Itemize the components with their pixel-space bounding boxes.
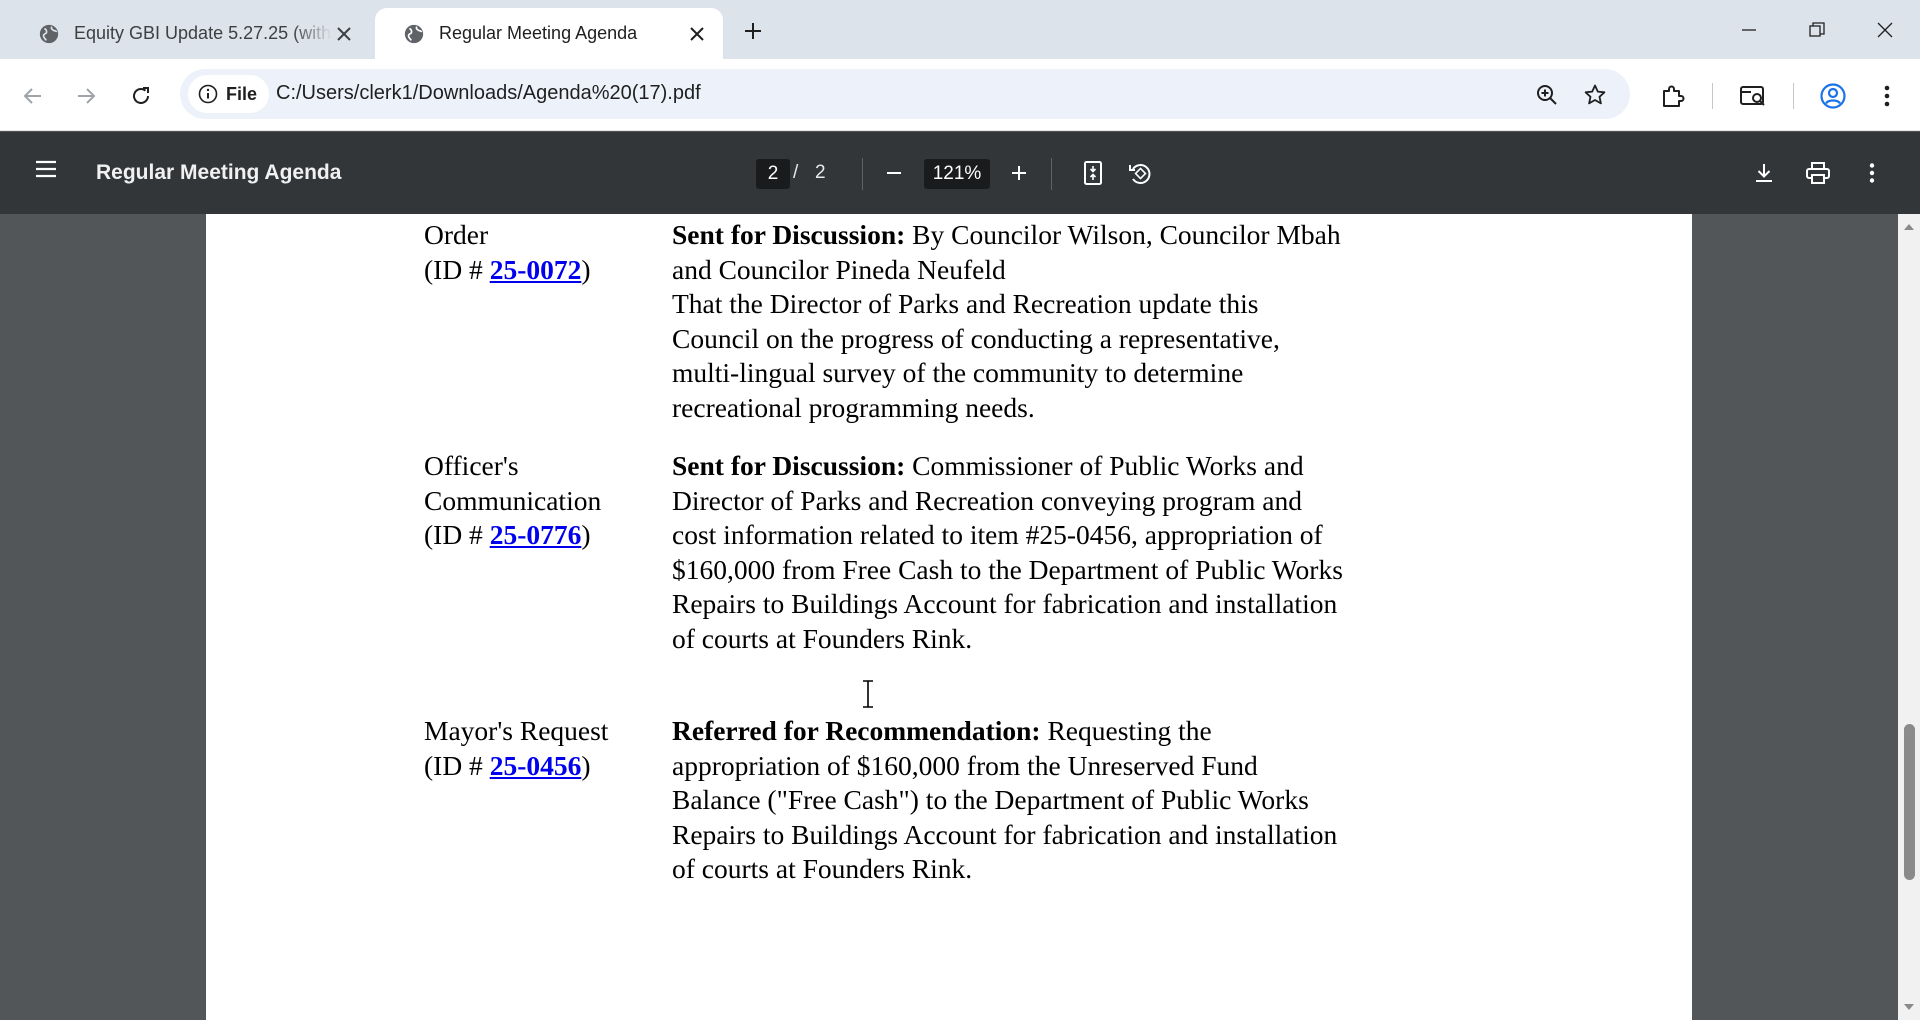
tab-search-icon	[1740, 86, 1765, 106]
more-vert-icon	[1884, 85, 1890, 107]
text-cursor-icon	[863, 680, 873, 708]
toolbar-divider	[1793, 83, 1794, 109]
zoom-level-input[interactable]: 121%	[924, 159, 990, 189]
globe-icon	[404, 24, 424, 43]
minimize-icon	[1742, 29, 1756, 31]
tab-title: Regular Meeting Agenda	[439, 23, 638, 43]
toolbar-divider	[1712, 83, 1713, 109]
item-id-line: (ID # 25-0072)	[424, 253, 591, 285]
agenda-item-type: Order (ID # 25-0072)	[424, 218, 664, 287]
restore-icon	[1809, 22, 1825, 37]
browser-toolbar: File C:/Users/clerk1/Downloads/Agenda%20…	[0, 59, 1920, 131]
item-type-label: Order	[424, 219, 489, 250]
tab-strip: Equity GBI Update 5.27.25 (with Regular …	[0, 0, 1920, 59]
site-info-label: File	[226, 83, 258, 104]
forward-button[interactable]	[71, 81, 101, 111]
item-status: Referred for Recommendation:	[672, 715, 1041, 746]
item-body-continued: That the Director of Parks and Recreatio…	[672, 288, 1280, 423]
pdf-page: Order (ID # 25-0072) Sent for Discussion…	[206, 214, 1692, 1020]
arrow-left-icon	[23, 88, 41, 104]
puzzle-icon	[1663, 85, 1685, 107]
item-id-line: (ID # 25-0776)	[424, 519, 591, 550]
rotate-counterclockwise-icon	[1129, 164, 1151, 184]
tab-equity-gbi-update[interactable]: Equity GBI Update 5.27.25 (with	[10, 8, 370, 59]
page-total: 2	[815, 162, 826, 183]
download-button[interactable]	[1748, 157, 1780, 189]
zoom-out-button[interactable]	[878, 157, 910, 189]
agenda-item-type: Officer's Communication (ID # 25-0776)	[424, 449, 664, 553]
more-vert-icon	[1869, 163, 1875, 183]
agenda-item-description: Referred for Recommendation: Requesting …	[672, 714, 1352, 887]
item-id-line: (ID # 25-0456)	[424, 749, 591, 781]
reload-button[interactable]	[126, 81, 156, 111]
zoom-in-icon	[1537, 85, 1557, 105]
new-tab-button[interactable]	[740, 18, 766, 44]
agenda-item-description: Sent for Discussion: By Councilor Wilson…	[672, 218, 1352, 425]
pdf-sidebar-toggle[interactable]	[34, 159, 58, 184]
star-icon	[1584, 84, 1606, 105]
hamburger-menu-icon	[36, 160, 56, 178]
fit-to-page-button[interactable]	[1077, 157, 1109, 189]
restore-button[interactable]	[1803, 16, 1831, 44]
zoom-indicator-button[interactable]	[1533, 81, 1561, 109]
page-separator: /	[793, 162, 799, 183]
item-id-link[interactable]: 25-0072	[490, 254, 582, 285]
site-info-chip[interactable]: File	[188, 75, 270, 113]
item-id-link[interactable]: 25-0776	[490, 519, 582, 550]
item-status: Sent for Discussion:	[672, 450, 906, 481]
toolbar-divider	[862, 158, 863, 190]
plus-icon	[745, 23, 761, 39]
agenda-item-type: Mayor's Request (ID # 25-0456)	[424, 714, 664, 783]
page-number-input[interactable]: 2	[756, 159, 790, 189]
close-tab-icon[interactable]	[332, 22, 356, 46]
globe-icon	[39, 24, 59, 43]
search-tabs-button[interactable]	[1738, 81, 1768, 111]
agenda-item-description: Sent for Discussion: Commissioner of Pub…	[672, 449, 1352, 656]
tab-title: Equity GBI Update 5.27.25 (with	[74, 23, 332, 43]
back-button[interactable]	[18, 81, 48, 111]
item-type-label: Communication	[424, 484, 602, 516]
close-window-button[interactable]	[1871, 16, 1899, 44]
info-icon	[198, 84, 218, 104]
pdf-document-title: Regular Meeting Agenda	[96, 161, 342, 184]
minus-icon	[887, 172, 901, 174]
reload-icon	[133, 87, 149, 104]
plus-icon	[1012, 166, 1026, 180]
scrollbar-thumb[interactable]	[1904, 724, 1915, 880]
pdf-more-button[interactable]	[1856, 157, 1888, 189]
pdf-viewer[interactable]: Order (ID # 25-0072) Sent for Discussion…	[0, 214, 1920, 1020]
item-type-label: Officer's	[424, 450, 519, 481]
extensions-button[interactable]	[1658, 81, 1688, 111]
pdf-toolbar: Regular Meeting Agenda 2 / 2 121%	[0, 132, 1920, 214]
tab-regular-meeting-agenda[interactable]: Regular Meeting Agenda	[375, 8, 723, 59]
close-tab-icon[interactable]	[685, 22, 709, 46]
print-icon	[1806, 162, 1830, 184]
close-icon	[1877, 22, 1893, 38]
arrow-right-icon	[78, 88, 96, 104]
item-status: Sent for Discussion:	[672, 219, 906, 250]
address-bar[interactable]: File C:/Users/clerk1/Downloads/Agenda%20…	[180, 69, 1630, 119]
zoom-in-button[interactable]	[1003, 157, 1035, 189]
item-type-label: Mayor's Request	[424, 715, 609, 746]
scroll-up-arrow-icon[interactable]	[1903, 222, 1915, 232]
rotate-button[interactable]	[1124, 157, 1156, 189]
minimize-button[interactable]	[1735, 16, 1763, 44]
item-id-link[interactable]: 25-0456	[490, 750, 582, 781]
toolbar-divider	[1051, 158, 1052, 190]
url-text[interactable]: C:/Users/clerk1/Downloads/Agenda%20(17).…	[276, 82, 701, 105]
download-icon	[1756, 164, 1772, 182]
vertical-scrollbar[interactable]	[1898, 214, 1920, 1020]
account-icon	[1820, 83, 1846, 109]
browser-menu-button[interactable]	[1872, 81, 1902, 111]
bookmark-button[interactable]	[1581, 81, 1609, 109]
scroll-down-arrow-icon[interactable]	[1903, 1002, 1915, 1012]
profile-button[interactable]	[1818, 81, 1848, 111]
print-button[interactable]	[1802, 157, 1834, 189]
fit-page-icon	[1084, 161, 1102, 185]
